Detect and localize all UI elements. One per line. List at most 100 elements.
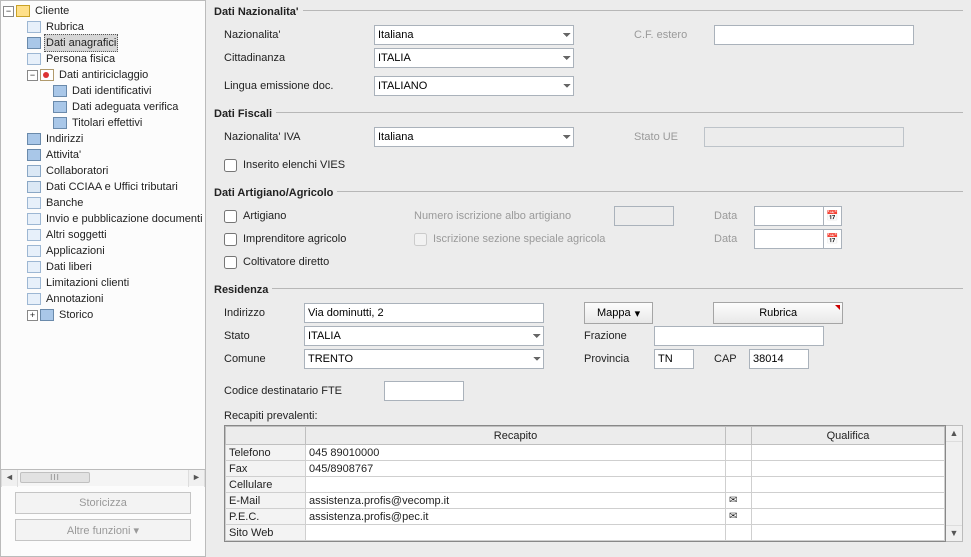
sidebar-buttons: Storicizza Altre funzioni ▾ [1, 486, 205, 556]
tree-item-indirizzi[interactable]: Indirizzi [27, 131, 205, 147]
vies-checkbox[interactable] [224, 159, 237, 172]
naziva-select[interactable]: Italiana [374, 127, 574, 147]
statoue-label: Stato UE [634, 131, 704, 143]
altre-funzioni-button[interactable]: Altre funzioni ▾ [15, 519, 191, 541]
scroll-track[interactable]: III [18, 470, 188, 486]
expander-minus-icon[interactable]: − [27, 70, 38, 81]
numisc-label: Numero iscrizione albo artigiano [414, 210, 614, 222]
statoue-select[interactable] [704, 127, 904, 147]
indirizzo-input[interactable] [304, 303, 544, 323]
mappa-button[interactable]: Mappa ▾ [584, 302, 653, 324]
tree-item-limitazioni-clienti[interactable]: Limitazioni clienti [27, 275, 205, 291]
storicizza-button[interactable]: Storicizza [15, 492, 191, 514]
coltivatore-checkbox[interactable] [224, 256, 237, 269]
artigiano-checkbox[interactable] [224, 210, 237, 223]
doc-icon [53, 101, 67, 113]
mail-icon[interactable]: ✉ [726, 509, 752, 525]
codfte-input[interactable] [384, 381, 464, 401]
nav-tree[interactable]: − Cliente Rubrica Dati anagrafici Person… [1, 1, 205, 469]
stack-icon [27, 181, 41, 193]
mail-icon[interactable]: ✉ [726, 493, 752, 509]
col-recapito: Recapito [306, 427, 726, 445]
recapiti-table-wrapper: Recapito Qualifica Telefono045 89010000 … [224, 425, 963, 542]
nazionalita-label: Nazionalita' [224, 29, 374, 41]
tree-item-titolari-effettivi[interactable]: Titolari effettivi [53, 115, 205, 131]
calendar-icon[interactable]: 📅 [824, 229, 842, 249]
cittadinanza-select[interactable]: ITALIA [374, 48, 574, 68]
scroll-left-icon[interactable]: ◄ [1, 470, 18, 487]
nazionalita-select[interactable]: Italiana [374, 25, 574, 45]
special-icon [40, 69, 54, 81]
provincia-input[interactable] [654, 349, 694, 369]
imprenditore-checkbox[interactable] [224, 233, 237, 246]
vies-label: Inserito elenchi VIES [243, 159, 345, 171]
tree-item-dati-anagrafici[interactable]: Dati anagrafici [27, 35, 205, 51]
cfestero-input[interactable] [714, 25, 914, 45]
data2-label: Data [714, 233, 754, 245]
scroll-thumb[interactable]: III [20, 472, 90, 483]
recapiti-title: Recapiti prevalenti: [224, 410, 963, 422]
tree-item-rubrica[interactable]: Rubrica [27, 19, 205, 35]
scroll-right-icon[interactable]: ► [188, 470, 205, 487]
tree-root[interactable]: − Cliente [3, 3, 205, 19]
lingua-select[interactable]: ITALIANO [374, 76, 574, 96]
tree-item-attivita[interactable]: Attivita' [27, 147, 205, 163]
group-nazionalita-title: Dati Nazionalita' [214, 0, 963, 20]
calendar-icon[interactable]: 📅 [824, 206, 842, 226]
tree-item-applicazioni[interactable]: Applicazioni [27, 243, 205, 259]
stato-select[interactable]: ITALIA [304, 326, 544, 346]
data1-label: Data [714, 210, 754, 222]
tree-item-invio-pubblicazione[interactable]: Invio e pubblicazione documenti [27, 211, 205, 227]
table-row[interactable]: E-Mailassistenza.profis@vecomp.it✉ [226, 493, 945, 509]
iscsez-checkbox [414, 233, 427, 246]
iscsez-label: Iscrizione sezione speciale agricola [433, 233, 605, 245]
stato-label: Stato [224, 330, 304, 342]
data2-datepicker[interactable]: 📅 [754, 229, 842, 249]
table-row[interactable]: P.E.C.assistenza.profis@pec.it✉ [226, 509, 945, 525]
table-row[interactable]: Cellulare [226, 477, 945, 493]
tree-item-dati-identificativi[interactable]: Dati identificativi [53, 83, 205, 99]
rubrica-button[interactable]: Rubrica [713, 302, 843, 324]
table-row[interactable]: Fax045/8908767 [226, 461, 945, 477]
main-form: Dati Nazionalita' Nazionalita' Italiana … [206, 0, 971, 557]
scroll-down-icon[interactable]: ▼ [946, 525, 962, 541]
cap-input[interactable] [749, 349, 809, 369]
table-row[interactable]: Sito Web [226, 525, 945, 541]
scroll-up-icon[interactable]: ▲ [946, 426, 962, 442]
numisc-input[interactable] [614, 206, 674, 226]
imprenditore-label: Imprenditore agricolo [243, 233, 346, 245]
group-residenza-title: Residenza [214, 278, 963, 298]
tree-item-dati-cciaa[interactable]: Dati CCIAA e Uffici tributari [27, 179, 205, 195]
data1-datepicker[interactable]: 📅 [754, 206, 842, 226]
naziva-label: Nazionalita' IVA [224, 131, 374, 143]
coltivatore-label: Coltivatore diretto [243, 256, 329, 268]
scroll-track[interactable] [946, 442, 962, 525]
expander-plus-icon[interactable]: + [27, 310, 38, 321]
doc-icon [27, 293, 41, 305]
table-row[interactable]: Telefono045 89010000 [226, 445, 945, 461]
lingua-label: Lingua emissione doc. [224, 80, 374, 92]
comune-select[interactable]: TRENTO [304, 349, 544, 369]
tree-item-collaboratori[interactable]: Collaboratori [27, 163, 205, 179]
tree-root-label: Cliente [33, 3, 71, 19]
recapiti-table[interactable]: Recapito Qualifica Telefono045 89010000 … [224, 425, 946, 542]
doc-icon [27, 245, 41, 257]
tree-item-annotazioni[interactable]: Annotazioni [27, 291, 205, 307]
tree-item-dati-adeguata-verifica[interactable]: Dati adeguata verifica [53, 99, 205, 115]
tree-item-storico[interactable]: +Storico [27, 307, 205, 323]
tree-item-banche[interactable]: Banche [27, 195, 205, 211]
frazione-input[interactable] [654, 326, 824, 346]
doc-icon [27, 213, 41, 225]
tree-item-persona-fisica[interactable]: Persona fisica [27, 51, 205, 67]
col-qualifica: Qualifica [752, 427, 945, 445]
sidebar: − Cliente Rubrica Dati anagrafici Person… [0, 0, 206, 557]
codfte-label: Codice destinatario FTE [224, 385, 384, 397]
expander-minus-icon[interactable]: − [3, 6, 14, 17]
group-artigiano-title: Dati Artigiano/Agricolo [214, 181, 963, 201]
tree-item-dati-liberi[interactable]: Dati liberi [27, 259, 205, 275]
sidebar-hscrollbar[interactable]: ◄ III ► [1, 469, 205, 486]
doc-icon [27, 261, 41, 273]
tree-item-altri-soggetti[interactable]: Altri soggetti [27, 227, 205, 243]
recapiti-vscrollbar[interactable]: ▲ ▼ [946, 425, 963, 542]
tree-item-antiriciclaggio[interactable]: −Dati antiriciclaggio [27, 67, 205, 83]
